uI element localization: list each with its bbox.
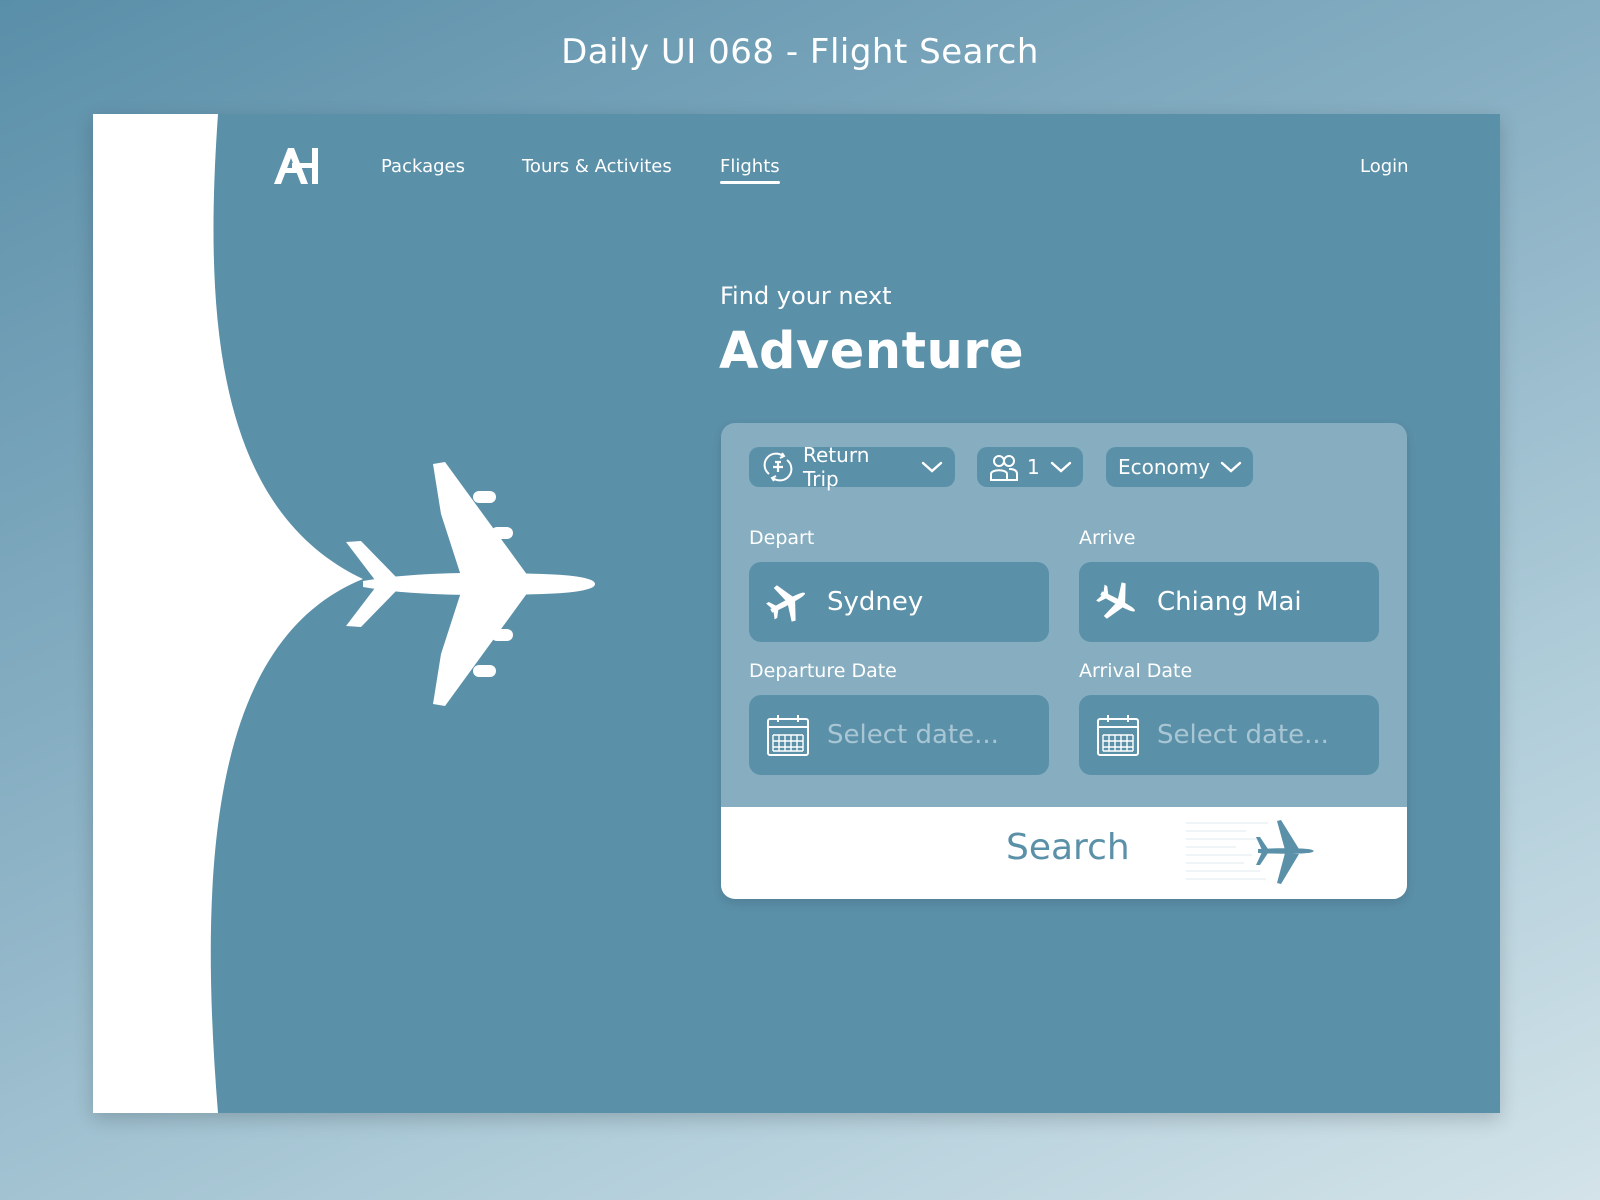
departure-date-label: Departure Date xyxy=(749,660,897,682)
trip-type-value: Return Trip xyxy=(803,443,870,491)
brand-logo[interactable] xyxy=(274,146,328,186)
departure-date-placeholder: Select date... xyxy=(827,720,999,750)
trip-type-select[interactable]: Return Trip xyxy=(749,443,955,491)
depart-field[interactable]: Sydney xyxy=(749,562,1049,642)
departure-date-field[interactable]: Select date... xyxy=(749,695,1049,775)
hero-title: Adventure xyxy=(719,322,1025,381)
calendar-icon xyxy=(1095,712,1141,758)
arrival-date-placeholder: Select date... xyxy=(1157,720,1329,750)
chevron-down-icon xyxy=(1050,461,1072,473)
arrival-date-field[interactable]: Select date... xyxy=(1079,695,1379,775)
landing-card: Packages Tours & Activites Flights Login… xyxy=(93,114,1500,1113)
arrive-field[interactable]: Chiang Mai xyxy=(1079,562,1379,642)
passengers-select[interactable]: 1 xyxy=(977,447,1083,487)
users-icon xyxy=(989,452,1019,482)
flight-search-form: Return Trip 1 Economy Depart Arrive Sydn… xyxy=(721,423,1407,899)
plane-landing-icon xyxy=(1095,579,1141,625)
cabin-class-select[interactable]: Economy xyxy=(1106,447,1253,487)
shot-title: Daily UI 068 - Flight Search xyxy=(561,32,1039,72)
calendar-icon xyxy=(765,712,811,758)
plane-illustration xyxy=(346,462,595,706)
depart-label: Depart xyxy=(749,527,815,549)
login-link[interactable]: Login xyxy=(1360,156,1409,177)
round-trip-icon xyxy=(761,450,795,484)
chevron-down-icon xyxy=(1220,461,1242,473)
nav-tours-activities[interactable]: Tours & Activites xyxy=(522,156,672,177)
plane-icon xyxy=(1186,820,1314,884)
arrive-value: Chiang Mai xyxy=(1157,587,1302,617)
cabin-class-value: Economy xyxy=(1118,455,1211,479)
plane-takeoff-icon xyxy=(765,579,811,625)
chevron-down-icon xyxy=(921,461,943,473)
search-button[interactable]: Search xyxy=(721,807,1407,899)
search-button-label: Search xyxy=(1006,827,1130,868)
arrival-date-label: Arrival Date xyxy=(1079,660,1193,682)
passengers-value: 1 xyxy=(1027,455,1040,479)
nav-packages[interactable]: Packages xyxy=(381,156,465,177)
nav-flights[interactable]: Flights xyxy=(720,156,780,184)
depart-value: Sydney xyxy=(827,587,924,617)
hero-subtitle: Find your next xyxy=(720,282,892,310)
arrive-label: Arrive xyxy=(1079,527,1136,549)
